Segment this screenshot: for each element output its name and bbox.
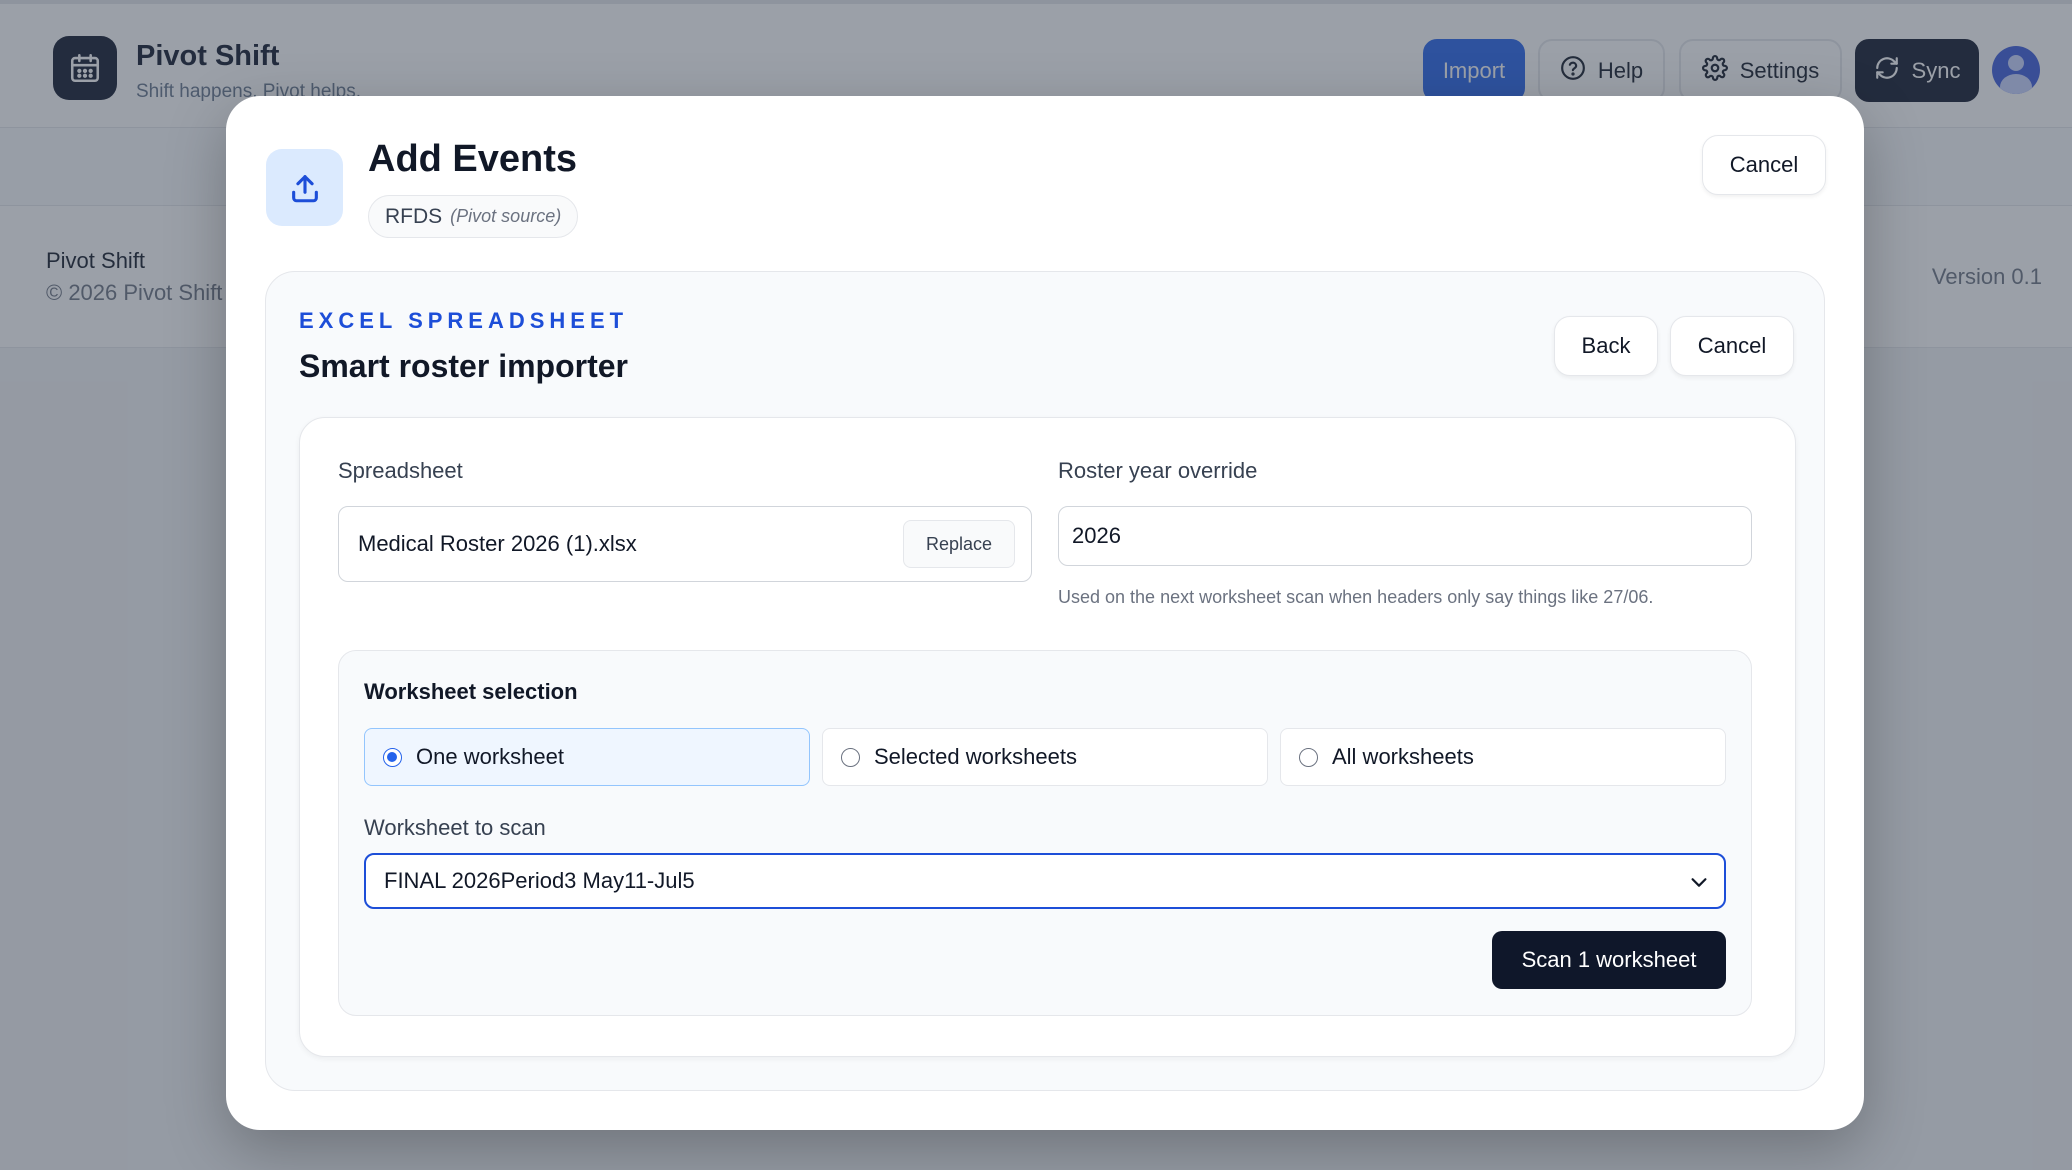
option-selected-worksheets-label: Selected worksheets [874, 744, 1077, 769]
worksheet-to-scan-label: Worksheet to scan [364, 815, 546, 840]
option-selected-worksheets[interactable]: Selected worksheets [822, 728, 1268, 786]
importer-cancel-button[interactable]: Cancel [1670, 316, 1794, 376]
option-one-worksheet-label: One worksheet [416, 744, 564, 769]
add-events-modal: Add Events RFDS (Pivot source) Cancel EX… [226, 96, 1864, 1130]
importer-eyebrow: EXCEL SPREADSHEET [299, 308, 629, 333]
importer-form-card: Spreadsheet Roster year override Medical… [299, 417, 1796, 1057]
option-all-worksheets[interactable]: All worksheets [1280, 728, 1726, 786]
spreadsheet-label: Spreadsheet [338, 458, 463, 483]
spreadsheet-file-name: Medical Roster 2026 (1).xlsx [358, 531, 637, 556]
worksheet-select-value: FINAL 2026Period3 May11-Jul5 [384, 868, 695, 893]
source-badge: RFDS (Pivot source) [368, 195, 579, 238]
replace-button[interactable]: Replace [903, 520, 1015, 568]
radio-one-worksheet[interactable] [383, 747, 402, 767]
worksheet-selection-section: Worksheet selection One worksheet Select… [338, 650, 1752, 1016]
roster-year-label: Roster year override [1058, 458, 1258, 483]
radio-selected-worksheets[interactable] [841, 747, 860, 767]
roster-year-helper: Used on the next worksheet scan when hea… [1058, 587, 1654, 607]
importer-panel: EXCEL SPREADSHEET Smart roster importer … [265, 271, 1825, 1091]
spreadsheet-file-field: Medical Roster 2026 (1).xlsx Replace [338, 506, 1032, 582]
modal-cancel-button[interactable]: Cancel [1702, 135, 1826, 195]
option-one-worksheet[interactable]: One worksheet [364, 728, 810, 786]
source-note: (Pivot source) [450, 206, 562, 226]
modal-title: Add Events [368, 138, 578, 180]
roster-year-input[interactable]: 2026 [1058, 506, 1752, 566]
option-all-worksheets-label: All worksheets [1332, 744, 1474, 769]
worksheet-selection-title: Worksheet selection [364, 679, 578, 704]
source-name: RFDS [385, 204, 443, 228]
back-button[interactable]: Back [1554, 316, 1658, 376]
worksheet-select[interactable]: FINAL 2026Period3 May11-Jul5 [364, 853, 1726, 909]
chevron-down-icon [1688, 871, 1710, 899]
radio-all-worksheets[interactable] [1299, 747, 1318, 767]
importer-title: Smart roster importer [299, 348, 628, 384]
scan-worksheet-button[interactable]: Scan 1 worksheet [1492, 931, 1726, 989]
upload-icon [266, 149, 343, 226]
